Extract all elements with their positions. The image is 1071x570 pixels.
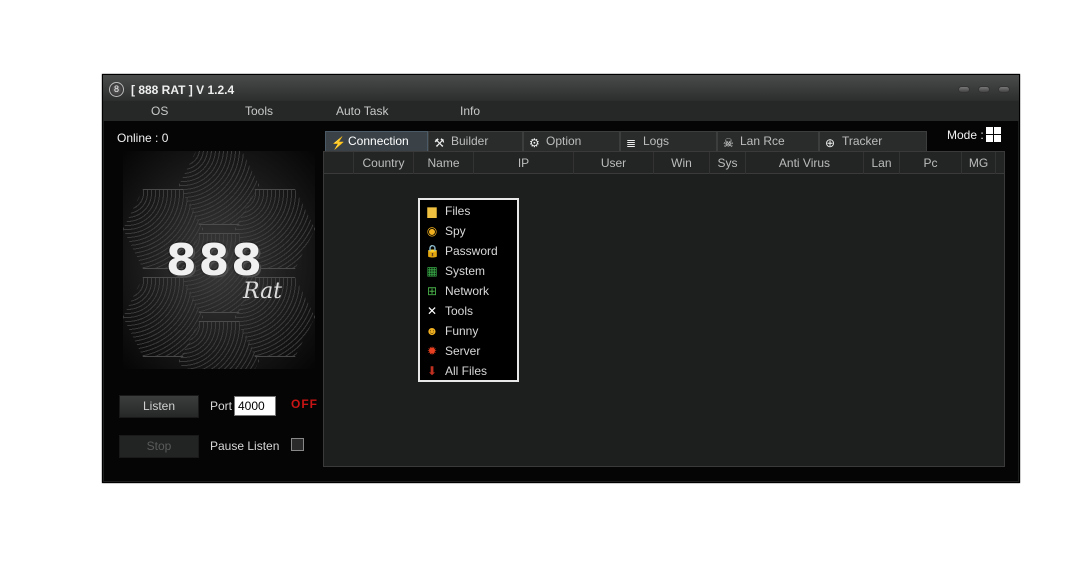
smiley-icon: ☻ [425, 324, 439, 338]
pause-listen-label: Pause Listen [210, 439, 280, 453]
tab-connection[interactable]: ⚡ Connection [325, 131, 428, 151]
tab-label: Logs [643, 134, 670, 148]
context-item-funny[interactable]: ☻ Funny [420, 321, 517, 341]
listen-button[interactable]: Listen [119, 395, 199, 418]
column-header[interactable]: Sys [710, 152, 746, 174]
column-header[interactable]: MG [962, 152, 996, 174]
context-item-all-files[interactable]: ⬇ All Files [420, 361, 517, 381]
menu-os[interactable]: OS [151, 104, 168, 118]
context-item-spy[interactable]: ◉ Spy [420, 221, 517, 241]
tab-label: Option [546, 134, 582, 148]
stop-button[interactable]: Stop [119, 435, 199, 458]
menu-auto-task[interactable]: Auto Task [336, 104, 388, 118]
tab-label: Builder [451, 134, 489, 148]
wrench-icon: ✕ [426, 304, 438, 318]
globe-icon: ⊕ [825, 136, 836, 150]
listen-status: OFF [291, 397, 318, 411]
context-item-label: System [445, 264, 486, 278]
tab-label: Connection [348, 134, 409, 148]
context-item-network[interactable]: ⊞ Network [420, 281, 517, 301]
context-item-files[interactable]: ▆ Files [420, 201, 517, 221]
column-header[interactable]: Lan [864, 152, 900, 174]
port-label: Port [210, 399, 233, 413]
context-item-server[interactable]: ✹ Server [420, 341, 517, 361]
window-title: [ 888 RAT ] V 1.2.4 [131, 83, 235, 97]
stack-icon: ≣ [626, 136, 637, 150]
menu-bar: OS Tools Auto Task Info [103, 101, 1019, 121]
title-bar[interactable]: 8 [ 888 RAT ] V 1.2.4 [103, 75, 1019, 101]
column-header[interactable]: Country [354, 152, 414, 174]
tab-label: Lan Rce [740, 134, 785, 148]
context-item-label: Files [445, 204, 471, 218]
folder-icon: ▆ [427, 204, 437, 218]
column-header[interactable]: Name [414, 152, 474, 174]
context-item-password[interactable]: 🔒 Password [420, 241, 517, 261]
tab-tracker[interactable]: ⊕ Tracker [819, 131, 927, 151]
tab-lan-rce[interactable]: ☠ Lan Rce [717, 131, 819, 151]
download-icon: ⬇ [426, 364, 438, 378]
gear-icon: ⚙ [529, 136, 540, 150]
network-icon: ⊞ [426, 284, 438, 298]
menu-tools[interactable]: Tools [245, 104, 273, 118]
table-header: Country Name IP User Win Sys Anti Virus … [324, 152, 1004, 174]
context-item-label: Tools [445, 304, 474, 318]
context-item-label: Network [445, 284, 490, 298]
context-item-label: All Files [445, 364, 488, 378]
windows-icon[interactable] [986, 127, 1001, 142]
column-header[interactable]: Pc [900, 152, 962, 174]
context-menu: ▆ Files ◉ Spy 🔒 Password ▦ System ⊞ Netw… [418, 198, 519, 382]
tab-logs[interactable]: ≣ Logs [620, 131, 717, 151]
column-header-spacer [324, 152, 354, 174]
plug-icon: ⚡ [331, 136, 346, 150]
pause-listen-checkbox[interactable] [291, 438, 304, 451]
mode-label: Mode : [947, 128, 984, 142]
column-header[interactable]: Win [654, 152, 710, 174]
eye-icon: ◉ [426, 224, 438, 238]
tab-label: Tracker [842, 134, 883, 148]
online-count: Online : 0 [117, 131, 169, 145]
column-header[interactable]: Anti Virus [746, 152, 864, 174]
port-input[interactable]: 4000 [234, 396, 276, 416]
context-item-label: Server [445, 344, 481, 358]
windows-logo-icon: ▦ [426, 264, 438, 278]
main-window: 8 [ 888 RAT ] V 1.2.4 OS Tools Auto Task… [102, 74, 1020, 483]
context-item-system[interactable]: ▦ System [420, 261, 517, 281]
tools-icon: ⚒ [434, 136, 445, 150]
burst-icon: ✹ [426, 344, 438, 358]
tab-builder[interactable]: ⚒ Builder [428, 131, 523, 151]
close-button[interactable] [998, 86, 1010, 93]
tab-option[interactable]: ⚙ Option [523, 131, 620, 151]
context-item-label: Password [445, 244, 498, 258]
lock-icon: 🔒 [425, 244, 440, 258]
context-item-tools[interactable]: ✕ Tools [420, 301, 517, 321]
context-item-label: Spy [445, 224, 466, 238]
app-icon[interactable]: 8 [109, 82, 124, 97]
menu-info[interactable]: Info [460, 104, 480, 118]
logo-word: Rat [243, 279, 283, 304]
column-header[interactable]: IP [474, 152, 574, 174]
minimize-button[interactable] [958, 86, 970, 93]
column-header[interactable]: User [574, 152, 654, 174]
context-item-label: Funny [445, 324, 479, 338]
logo-panel: 888 Rat [123, 151, 315, 369]
skull-icon: ☠ [723, 136, 734, 150]
maximize-button[interactable] [978, 86, 990, 93]
